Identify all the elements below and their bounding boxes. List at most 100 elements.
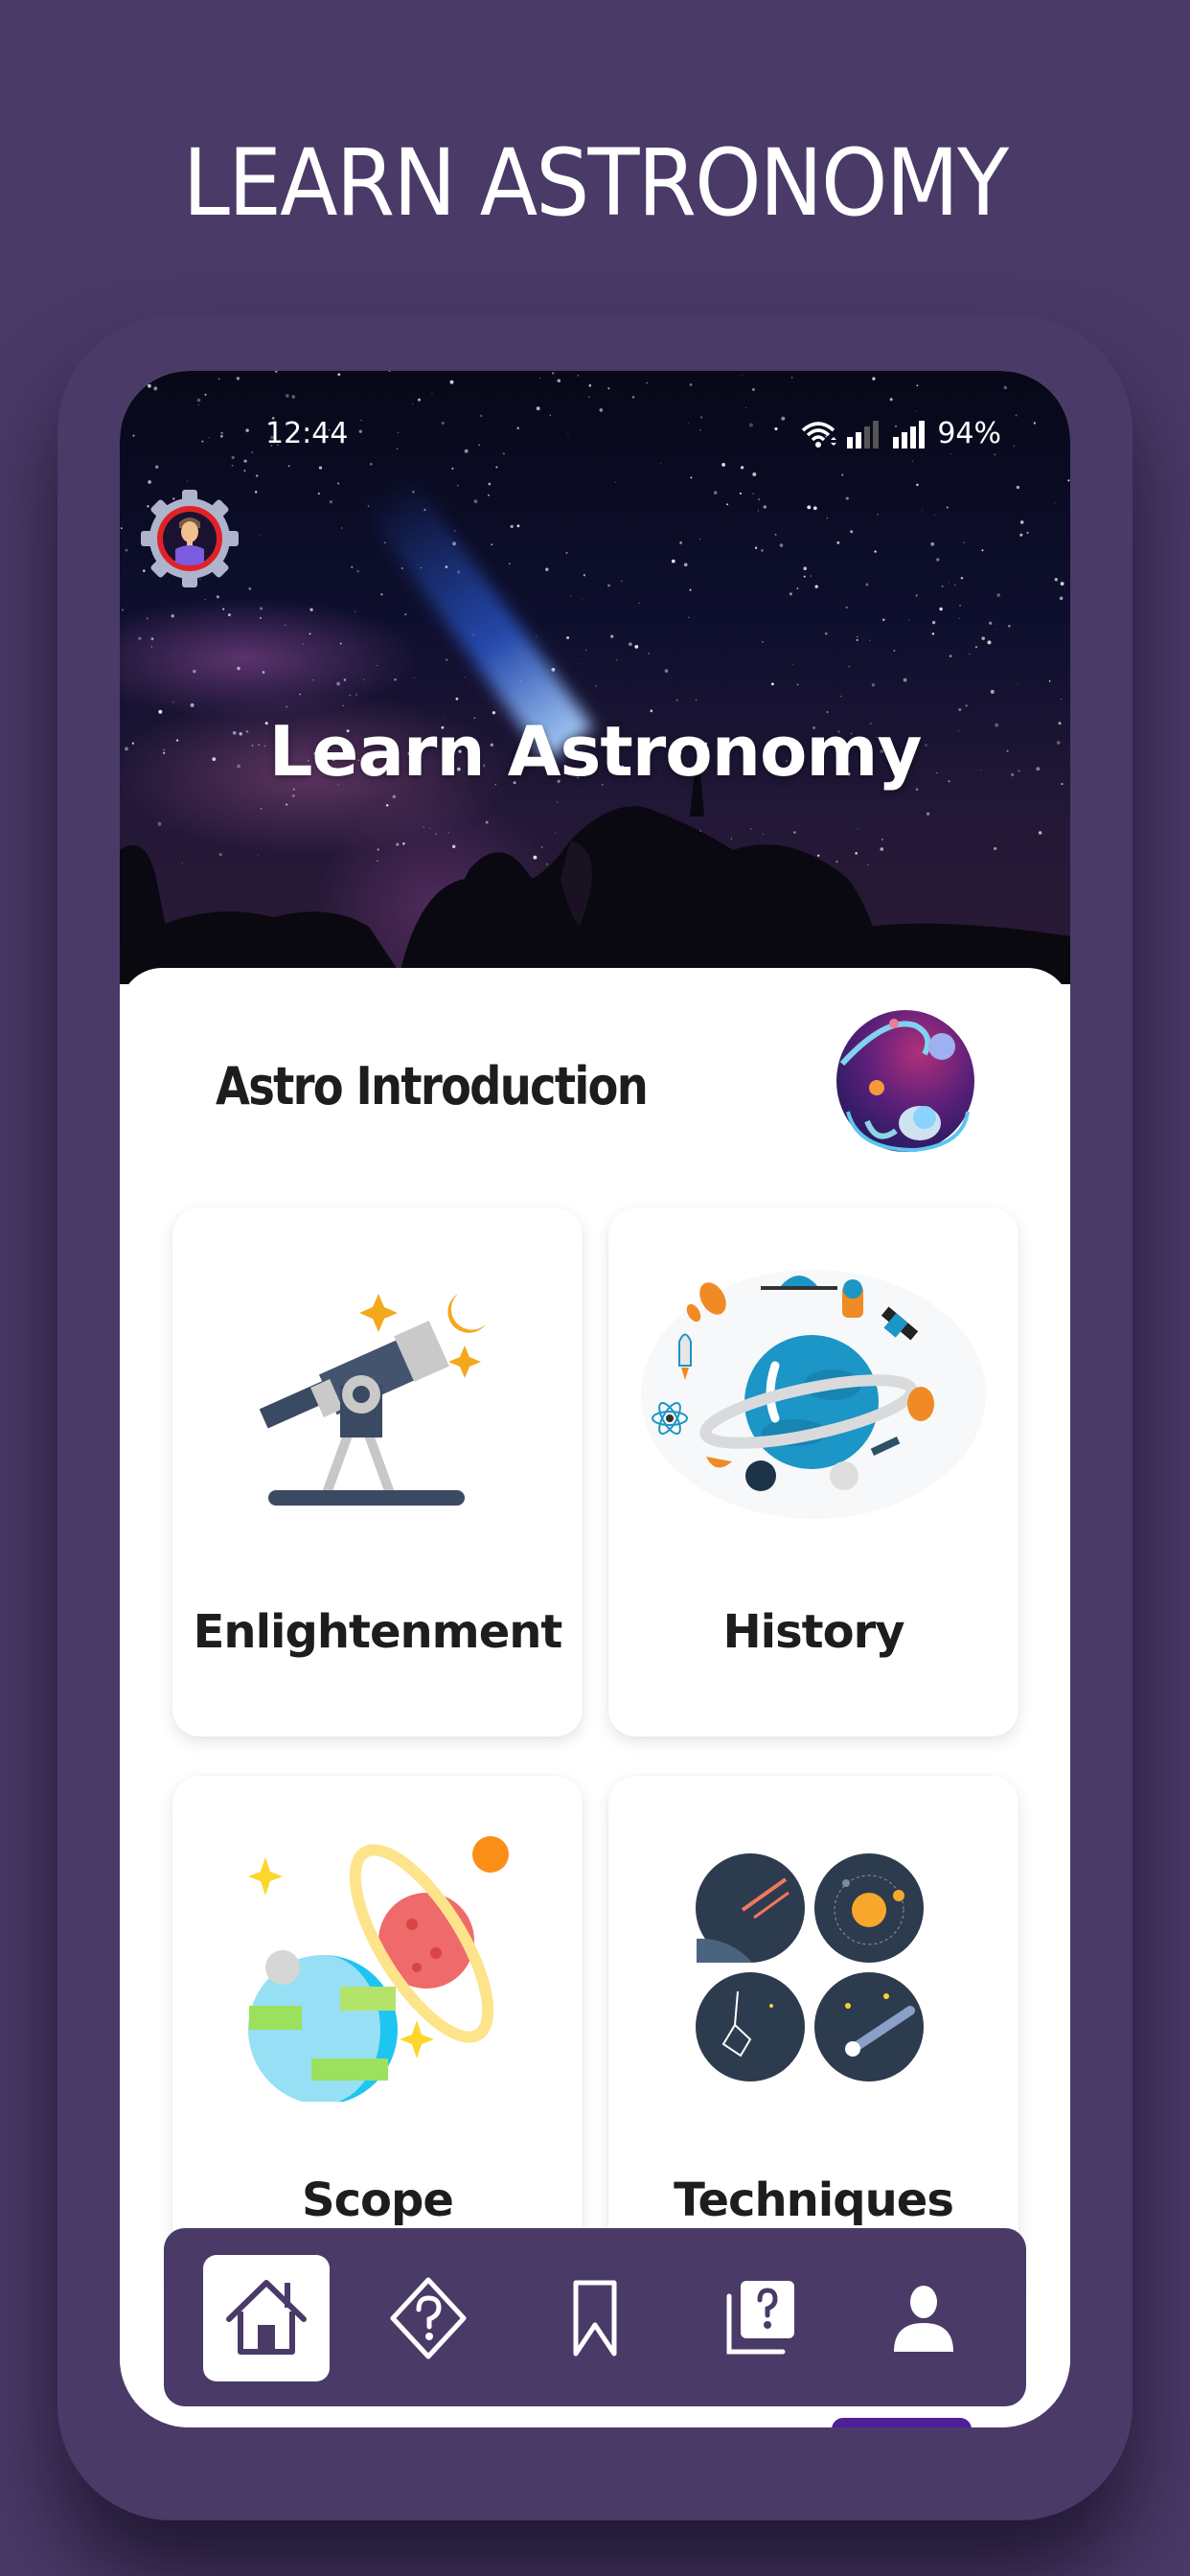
star [231,455,235,460]
star [259,534,261,536]
star [621,580,623,582]
star [291,395,296,399]
star [857,635,858,638]
star [931,632,935,635]
star [960,577,964,580]
star [557,379,561,383]
star [464,677,466,678]
nav-bookmarks[interactable] [532,2255,658,2381]
home-icon [226,2280,307,2355]
star [551,372,555,375]
battery-percent: 94% [937,417,1001,450]
star [337,482,340,485]
star [260,607,263,610]
nav-profile[interactable] [860,2255,987,2381]
star [946,506,949,509]
sky-techniques-icon [696,1853,924,2082]
star [309,608,313,611]
card-history[interactable]: History [608,1208,1018,1736]
star [262,671,265,674]
diamond-question-icon [390,2277,467,2359]
star [690,476,693,479]
star [959,605,961,607]
star [384,541,386,544]
star [721,462,726,467]
astronaut-icon [836,1010,974,1153]
nav-questions[interactable] [696,2255,822,2381]
star [400,566,403,570]
star [566,636,570,639]
content-panel: Astro Introduction Enlightenment History… [120,968,1070,2427]
card-scope[interactable]: Scope [172,1776,583,2305]
star [683,563,688,567]
star [845,606,848,610]
star [516,524,520,528]
star [916,483,919,487]
star [1048,680,1051,682]
star [186,480,189,482]
nav-home[interactable] [203,2255,330,2381]
star [987,640,992,645]
star [274,371,278,373]
signal-sim1-icon [847,420,880,448]
star [762,640,764,643]
star [796,683,799,686]
star [931,620,936,625]
star [638,602,640,605]
status-icons: 94% [799,417,1001,450]
star [473,499,478,504]
card-enlightenment[interactable]: Enlightenment [172,1208,583,1736]
profile-settings-button[interactable] [137,486,242,591]
star [631,396,635,399]
star [907,619,910,621]
star [803,575,806,578]
star [865,583,869,586]
star [1019,533,1023,537]
star [889,398,893,402]
star [871,682,876,687]
star [369,462,373,466]
star [874,550,877,553]
star [456,484,459,487]
star [446,658,448,661]
star [260,617,262,619]
star [921,509,923,511]
star [1003,385,1008,390]
star [1016,485,1020,490]
star [193,669,196,674]
star [758,498,761,501]
star [286,705,287,708]
star [974,645,978,649]
nav-quiz[interactable] [365,2255,492,2381]
star [1049,373,1051,375]
planets-icon [248,1836,509,2102]
star [790,377,793,379]
star [146,617,149,620]
telescope-icon [259,1294,486,1506]
star [254,491,258,494]
star [607,387,610,390]
star [911,460,914,463]
star [451,467,454,470]
card-techniques[interactable]: Techniques [608,1776,1018,2305]
star [197,403,199,406]
app-screen: 12:44 94% Learn Astronomy Astro Introduc… [120,371,1070,2427]
star [248,586,252,590]
star [577,375,579,377]
star [812,506,817,511]
star [417,398,422,402]
star [285,394,289,398]
star [336,681,340,686]
star [236,377,240,380]
star [699,539,700,540]
star [660,462,661,464]
profile-settings-icon [141,490,239,587]
star [299,693,301,696]
star [1068,377,1070,379]
star [431,393,433,395]
star [915,594,918,597]
hero-title: Learn Astronomy [268,711,923,792]
star [1060,698,1063,701]
star [933,515,935,517]
star [989,621,993,625]
